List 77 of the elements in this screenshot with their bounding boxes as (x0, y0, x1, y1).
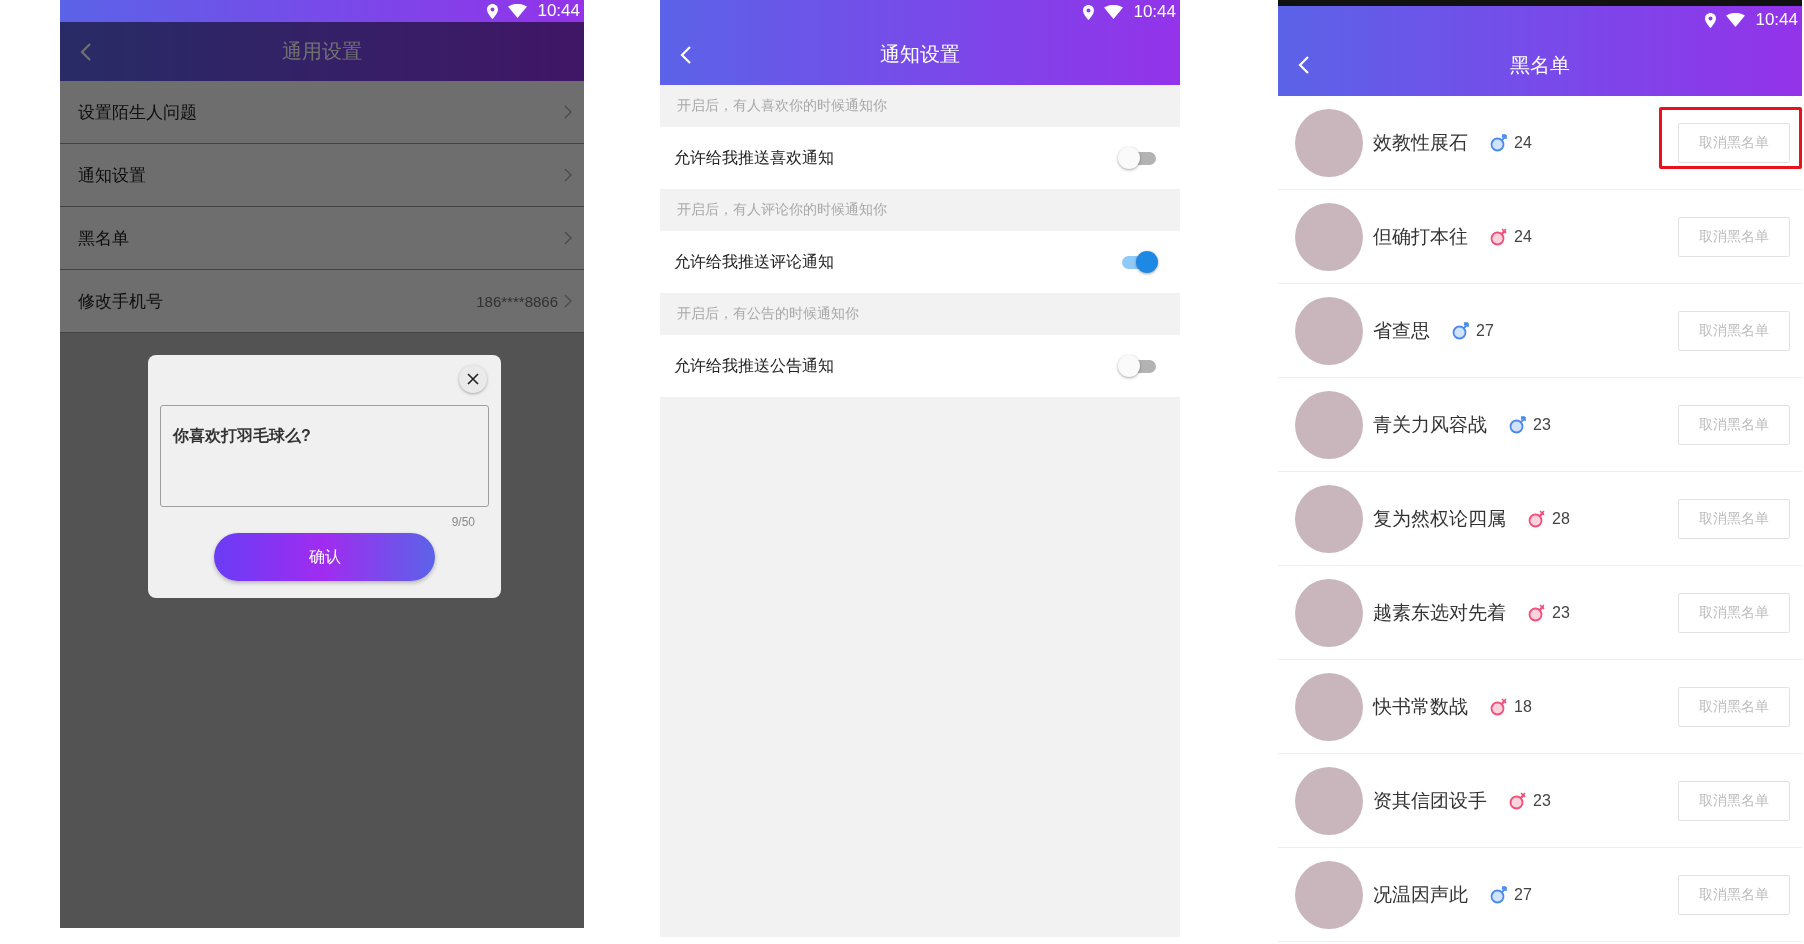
status-time: 10:44 (1133, 2, 1176, 22)
chevron-right-icon (564, 294, 572, 308)
location-icon (1705, 12, 1717, 28)
item-label: 修改手机号 (78, 290, 164, 313)
hint-text: 开启后，有公告的时候通知你 (677, 305, 859, 323)
wifi-icon (508, 4, 528, 18)
location-icon (1083, 4, 1095, 20)
female-symbol-icon (1509, 791, 1527, 810)
user-age: 23 (1552, 603, 1570, 622)
settings-item[interactable]: 修改手机号 186****8866 (60, 270, 584, 333)
user-name: 省查思 (1373, 318, 1430, 343)
status-time: 10:44 (537, 1, 580, 21)
user-age: 23 (1533, 791, 1551, 810)
male-symbol-icon (1490, 885, 1508, 904)
female-symbol-icon (1490, 697, 1508, 716)
chevron-right-icon (564, 231, 572, 245)
back-icon[interactable] (680, 44, 692, 65)
setting-label: 允许给我推送评论通知 (674, 251, 835, 272)
user-age: 28 (1552, 509, 1570, 528)
hint-text: 开启后，有人评论你的时候通知你 (677, 201, 887, 219)
back-icon[interactable] (80, 41, 92, 62)
user-age: 27 (1476, 321, 1494, 340)
location-icon (487, 3, 499, 19)
toggle-switch[interactable] (1118, 354, 1158, 378)
user-name: 越素东选对先着 (1373, 600, 1506, 625)
female-symbol-icon (1528, 509, 1546, 528)
remove-from-blacklist-button[interactable]: 取消黑名单 (1678, 686, 1790, 727)
item-label: 通知设置 (78, 164, 147, 187)
chevron-right-icon (564, 168, 572, 182)
user-name: 快书常数战 (1373, 694, 1468, 719)
user-age: 24 (1514, 133, 1532, 152)
remove-from-blacklist-button[interactable]: 取消黑名单 (1678, 404, 1790, 445)
remove-from-blacklist-button[interactable]: 取消黑名单 (1678, 310, 1790, 351)
user-name: 效教性展石 (1373, 130, 1468, 155)
wifi-icon (1726, 13, 1746, 27)
remove-from-blacklist-button[interactable]: 取消黑名单 (1678, 874, 1790, 915)
character-counter: 9/50 (451, 515, 475, 529)
toggle-switch[interactable] (1118, 146, 1158, 170)
chevron-right-icon (564, 105, 572, 119)
user-age: 23 (1533, 415, 1551, 434)
male-symbol-icon (1509, 415, 1527, 434)
user-age: 24 (1514, 227, 1532, 246)
user-name: 资其信团设手 (1373, 788, 1487, 813)
male-symbol-icon (1452, 321, 1470, 340)
screen-title: 通知设置 (880, 42, 960, 67)
user-name: 况温因声此 (1373, 882, 1468, 907)
user-name: 但确打本往 (1373, 224, 1468, 249)
male-symbol-icon (1490, 133, 1508, 152)
item-label: 黑名单 (78, 227, 130, 250)
user-age: 27 (1514, 885, 1532, 904)
back-icon[interactable] (1298, 55, 1310, 75)
user-name: 青关力风容战 (1373, 412, 1487, 437)
phone-number: 186****8866 (476, 292, 558, 310)
female-symbol-icon (1528, 603, 1546, 622)
screen-title: 通用设置 (282, 39, 362, 64)
user-name: 复为然权论四属 (1373, 506, 1506, 531)
item-label: 设置陌生人问题 (78, 101, 198, 124)
question-field[interactable]: 你喜欢打羽毛球么? (160, 405, 489, 507)
settings-item[interactable]: 黑名单 (60, 207, 584, 270)
confirm-button[interactable]: 确认 (214, 533, 435, 581)
remove-from-blacklist-button[interactable]: 取消黑名单 (1678, 780, 1790, 821)
screen-title: 黑名单 (1510, 52, 1570, 78)
close-icon (467, 373, 479, 385)
status-time: 10:44 (1755, 10, 1798, 30)
hint-text: 开启后，有人喜欢你的时候通知你 (677, 97, 887, 115)
settings-item[interactable]: 设置陌生人问题 (60, 81, 584, 144)
close-button[interactable] (459, 365, 487, 393)
remove-from-blacklist-button[interactable]: 取消黑名单 (1678, 122, 1790, 163)
remove-from-blacklist-button[interactable]: 取消黑名单 (1678, 592, 1790, 633)
user-age: 18 (1514, 697, 1532, 716)
wifi-icon (1104, 5, 1124, 19)
remove-from-blacklist-button[interactable]: 取消黑名单 (1678, 498, 1790, 539)
setting-label: 允许给我推送喜欢通知 (674, 147, 835, 168)
remove-from-blacklist-button[interactable]: 取消黑名单 (1678, 216, 1790, 257)
setting-label: 允许给我推送公告通知 (674, 355, 835, 376)
female-symbol-icon (1490, 227, 1508, 246)
settings-item[interactable]: 通知设置 (60, 144, 584, 207)
